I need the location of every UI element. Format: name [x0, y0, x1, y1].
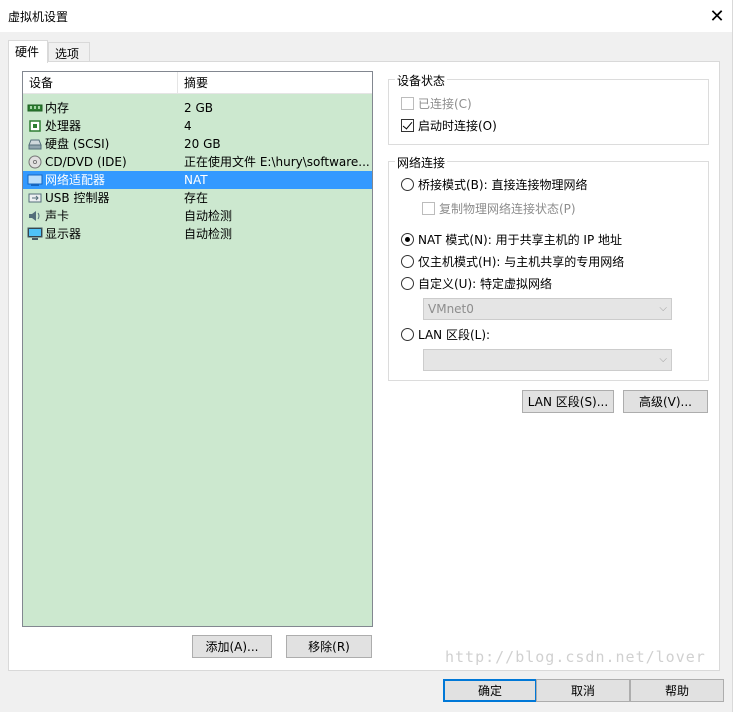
custom-option[interactable]: 自定义(U): 特定虚拟网络	[401, 275, 552, 292]
device-summary: 自动检测	[184, 209, 233, 223]
connected-option: 已连接(C)	[401, 95, 472, 112]
device-name: USB 控制器	[45, 191, 110, 205]
lan-segment-label[interactable]: LAN 区段(L):	[418, 326, 490, 343]
title-bar: 虚拟机设置 ✕	[0, 0, 733, 32]
hardware-panel: 设备 摘要 内存 2 GB 处理器 4 硬盘 (SCSI) 20 GB CD/D…	[8, 61, 720, 671]
custom-label[interactable]: 自定义(U): 特定虚拟网络	[418, 275, 552, 292]
device-row-hard-disk[interactable]: 硬盘 (SCSI) 20 GB	[23, 135, 372, 153]
lan-segments-button[interactable]: LAN 区段(S)...	[522, 390, 614, 413]
cd-dvd-icon	[27, 155, 43, 169]
host-only-label[interactable]: 仅主机模式(H): 与主机共享的专用网络	[418, 253, 624, 270]
connect-at-power-on-label[interactable]: 启动时连接(O)	[418, 117, 497, 134]
connect-at-power-on-option[interactable]: 启动时连接(O)	[401, 117, 497, 134]
memory-icon	[27, 101, 43, 115]
device-name: 处理器	[45, 119, 82, 133]
network-connection-title: 网络连接	[395, 154, 448, 171]
nat-radio[interactable]	[401, 233, 414, 246]
device-summary: 自动检测	[184, 227, 233, 241]
device-row-memory[interactable]: 内存 2 GB	[23, 99, 372, 117]
lan-segment-option[interactable]: LAN 区段(L):	[401, 326, 490, 343]
device-name: 网络适配器	[45, 173, 106, 187]
close-icon: ✕	[709, 5, 725, 27]
tab-options[interactable]: 选项	[48, 42, 90, 62]
nat-option[interactable]: NAT 模式(N): 用于共享主机的 IP 地址	[401, 231, 622, 248]
custom-network-select: VMnet0 ⌵	[423, 298, 672, 320]
chevron-down-icon: ⌵	[659, 354, 667, 365]
host-only-radio[interactable]	[401, 255, 414, 268]
device-summary: 2 GB	[184, 101, 213, 115]
advanced-button[interactable]: 高级(V)...	[623, 390, 708, 413]
nat-label[interactable]: NAT 模式(N): 用于共享主机的 IP 地址	[418, 231, 622, 248]
network-adapter-icon	[27, 173, 43, 187]
device-status-title: 设备状态	[395, 72, 448, 89]
chevron-down-icon: ⌵	[659, 303, 667, 314]
connected-checkbox	[401, 97, 414, 110]
bridged-label[interactable]: 桥接模式(B): 直接连接物理网络	[418, 176, 587, 193]
close-button[interactable]: ✕	[701, 0, 733, 32]
custom-radio[interactable]	[401, 277, 414, 290]
tab-label: 硬件	[15, 45, 40, 59]
device-name: 声卡	[45, 209, 70, 223]
device-row-network-adapter[interactable]: 网络适配器 NAT	[23, 171, 372, 189]
bridged-radio[interactable]	[401, 178, 414, 191]
lan-segment-radio[interactable]	[401, 328, 414, 341]
device-name: CD/DVD (IDE)	[45, 155, 127, 169]
processor-icon	[27, 119, 43, 133]
remove-device-button[interactable]: 移除(R)	[286, 635, 372, 658]
device-summary: 存在	[184, 191, 209, 205]
device-list[interactable]: 设备 摘要 内存 2 GB 处理器 4 硬盘 (SCSI) 20 GB CD/D…	[22, 71, 373, 627]
device-name: 显示器	[45, 227, 82, 241]
device-name: 内存	[45, 101, 70, 115]
replicate-checkbox	[422, 202, 435, 215]
usb-icon	[27, 191, 43, 205]
cancel-button[interactable]: 取消	[536, 679, 630, 702]
device-row-cd-dvd[interactable]: CD/DVD (IDE) 正在使用文件 E:\hury\software...	[23, 153, 372, 171]
device-row-processor[interactable]: 处理器 4	[23, 117, 372, 135]
network-connection-group: 网络连接 桥接模式(B): 直接连接物理网络 复制物理网络连接状态(P) NAT…	[388, 154, 709, 381]
list-header: 设备 摘要	[23, 72, 372, 94]
window-title: 虚拟机设置	[8, 10, 69, 24]
add-device-button[interactable]: 添加(A)...	[192, 635, 272, 658]
device-row-display[interactable]: 显示器 自动检测	[23, 225, 372, 243]
dialog-body: 硬件 选项 设备 摘要 内存 2 GB 处理器 4 硬盘 (SCSI) 20 G…	[0, 32, 733, 712]
host-only-option[interactable]: 仅主机模式(H): 与主机共享的专用网络	[401, 253, 624, 270]
custom-network-value: VMnet0	[428, 302, 474, 316]
column-header-device[interactable]: 设备	[23, 72, 178, 94]
replicate-option: 复制物理网络连接状态(P)	[422, 200, 576, 217]
display-icon	[27, 227, 43, 241]
device-row-sound-card[interactable]: 声卡 自动检测	[23, 207, 372, 225]
sound-card-icon	[27, 209, 43, 223]
device-status-group: 设备状态 已连接(C) 启动时连接(O)	[388, 72, 709, 145]
lan-segment-select: ⌵	[423, 349, 672, 371]
device-summary: NAT	[184, 173, 208, 187]
tab-label: 选项	[55, 47, 80, 61]
bridged-option[interactable]: 桥接模式(B): 直接连接物理网络	[401, 176, 587, 193]
tab-hardware[interactable]: 硬件	[8, 40, 48, 63]
replicate-label: 复制物理网络连接状态(P)	[439, 202, 576, 216]
device-summary: 20 GB	[184, 137, 221, 151]
column-header-summary[interactable]: 摘要	[178, 72, 372, 94]
device-summary: 4	[184, 119, 192, 133]
device-summary: 正在使用文件 E:\hury\software...	[184, 155, 370, 169]
ok-button[interactable]: 确定	[443, 679, 537, 702]
connected-label: 已连接(C)	[418, 97, 472, 111]
hard-disk-icon	[27, 137, 43, 151]
device-row-usb[interactable]: USB 控制器 存在	[23, 189, 372, 207]
device-name: 硬盘 (SCSI)	[45, 137, 110, 151]
help-button[interactable]: 帮助	[630, 679, 724, 702]
connect-at-power-on-checkbox[interactable]	[401, 119, 414, 132]
